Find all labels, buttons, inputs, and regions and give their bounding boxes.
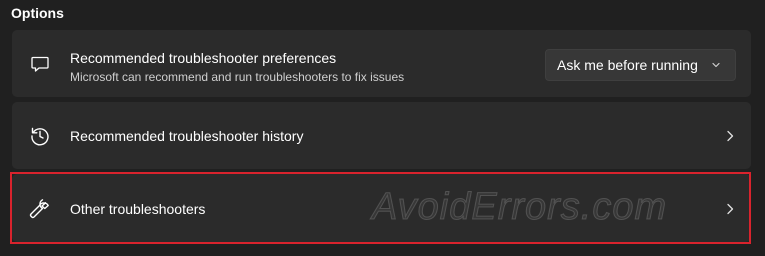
section-title: Options	[11, 5, 64, 21]
troubleshooter-preferences-card: Recommended troubleshooter preferences M…	[12, 30, 751, 97]
history-title: Recommended troubleshooter history	[70, 128, 304, 144]
preferences-title: Recommended troubleshooter preferences	[70, 50, 337, 66]
history-text: Recommended troubleshooter history	[70, 127, 303, 145]
troubleshooter-history-card[interactable]: Recommended troubleshooter history	[12, 102, 751, 169]
preferences-text: Recommended troubleshooter preferences M…	[70, 49, 404, 85]
chevron-right-icon	[723, 129, 737, 143]
other-troubleshooters-title: Other troubleshooters	[70, 201, 206, 217]
history-icon	[28, 124, 52, 148]
preferences-description: Microsoft can recommend and run troubles…	[70, 70, 405, 84]
dropdown-selected-value: Ask me before running	[557, 57, 698, 73]
chevron-right-icon	[723, 202, 737, 216]
chat-bubble-icon	[28, 52, 52, 76]
other-troubleshooters-card[interactable]: Other troubleshooters	[12, 174, 751, 242]
settings-page: Options Recommended troubleshooter prefe…	[0, 0, 765, 256]
chevron-down-icon	[709, 58, 723, 72]
other-troubleshooters-text: Other troubleshooters	[70, 200, 205, 218]
troubleshooter-preference-dropdown[interactable]: Ask me before running	[545, 49, 736, 81]
wrench-icon	[28, 196, 52, 220]
